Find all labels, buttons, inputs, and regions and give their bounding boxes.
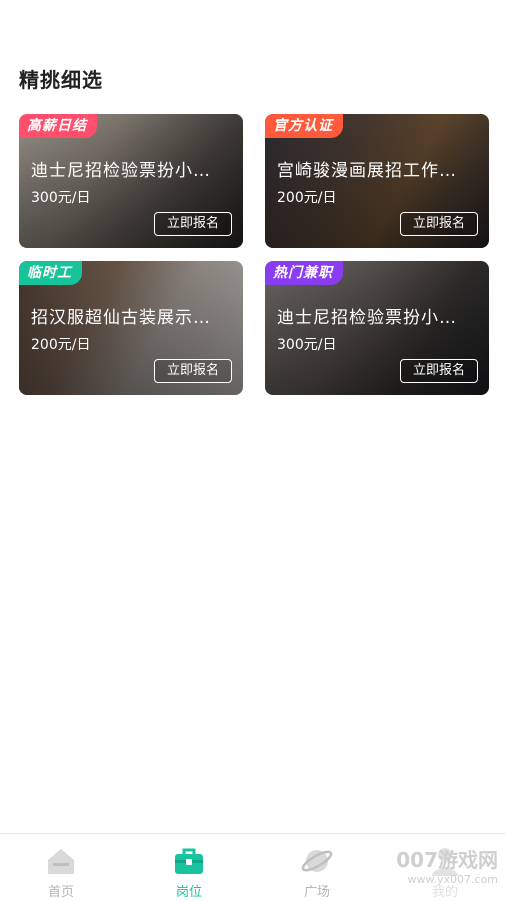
apply-button[interactable]: 立即报名 <box>400 359 478 383</box>
job-price: 200元/日 <box>31 337 91 353</box>
nav-item-home[interactable]: 首页 <box>16 834 106 901</box>
nav-label: 广场 <box>303 885 330 900</box>
apply-button[interactable]: 立即报名 <box>154 212 232 236</box>
job-title: 招汉服超仙古装展示… <box>31 308 211 328</box>
job-tag: 临时工 <box>19 261 82 285</box>
nav-label: 岗位 <box>175 885 202 900</box>
job-card[interactable]: 热门兼职 迪士尼招检验票扮小… 300元/日 立即报名 <box>265 261 489 395</box>
home-icon <box>48 849 74 874</box>
job-price: 200元/日 <box>277 190 337 206</box>
job-price: 300元/日 <box>31 190 91 206</box>
watermark-url: www.yx007.com <box>407 873 498 886</box>
job-title: 迪士尼招检验票扮小… <box>277 308 457 328</box>
job-title: 宫崎骏漫画展招工作… <box>277 161 457 181</box>
job-price: 300元/日 <box>277 337 337 353</box>
nav-item-square[interactable]: 广场 <box>272 834 362 901</box>
planet-icon <box>301 850 333 872</box>
job-tag: 高薪日结 <box>19 114 97 138</box>
watermark: 007游戏网 www.yx007.com <box>368 844 498 892</box>
job-card[interactable]: 临时工 招汉服超仙古装展示… 200元/日 立即报名 <box>19 261 243 395</box>
job-card[interactable]: 官方认证 宫崎骏漫画展招工作… 200元/日 立即报名 <box>265 114 489 248</box>
job-grid: 高薪日结 迪士尼招检验票扮小… 300元/日 立即报名 官方认证 宫崎骏漫画展招… <box>19 114 489 395</box>
job-title: 迪士尼招检验票扮小… <box>31 161 211 181</box>
nav-label: 首页 <box>47 885 74 900</box>
job-tag: 官方认证 <box>265 114 343 138</box>
watermark-logo: 007游戏网 <box>396 848 498 872</box>
job-tag: 热门兼职 <box>265 261 343 285</box>
briefcase-icon <box>175 848 203 874</box>
apply-button[interactable]: 立即报名 <box>154 359 232 383</box>
nav-item-jobs[interactable]: 岗位 <box>144 834 234 901</box>
apply-button[interactable]: 立即报名 <box>400 212 478 236</box>
section-title: 精挑细选 <box>19 68 103 92</box>
job-card[interactable]: 高薪日结 迪士尼招检验票扮小… 300元/日 立即报名 <box>19 114 243 248</box>
